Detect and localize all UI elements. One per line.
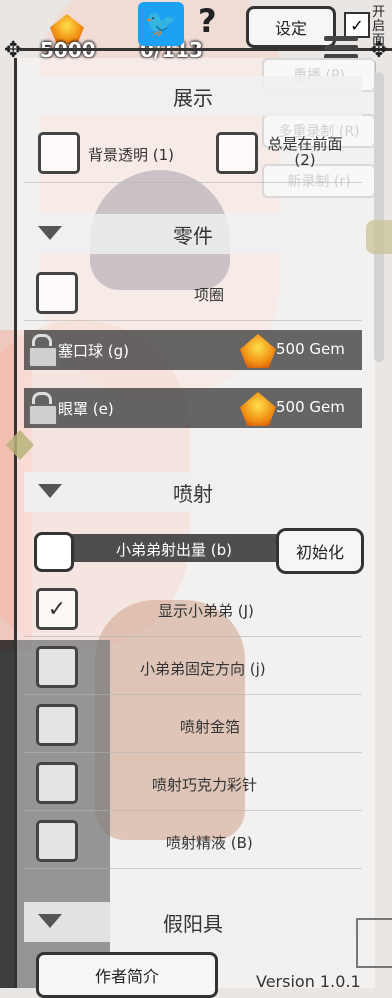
semen-checkbox[interactable]: [36, 820, 78, 862]
gold-foil-row: 喷射金箔: [24, 696, 362, 753]
gem-icon: [240, 334, 276, 368]
display-row: 背景透明 (1) 总是在前面 (2): [24, 124, 362, 183]
twitter-icon: 🐦: [144, 9, 178, 39]
author-button[interactable]: 作者简介: [36, 952, 218, 998]
collapse-triangle-icon: [38, 484, 62, 498]
semen-row: 喷射精液 (B): [24, 812, 362, 869]
scrollbar[interactable]: [374, 72, 384, 362]
section-display-header[interactable]: 展示: [24, 76, 362, 116]
section-title: 喷射: [173, 481, 213, 506]
settings-button[interactable]: 设定: [246, 6, 336, 48]
version-label: Version 1.0.1: [256, 972, 361, 991]
choco-checkbox[interactable]: [36, 762, 78, 804]
collar-label: 项圈: [194, 286, 225, 304]
gem-icon: [240, 392, 276, 426]
help-button[interactable]: ?: [198, 2, 217, 40]
slider-knob[interactable]: [34, 532, 74, 572]
show-label: 显示小弟弟 (J): [158, 602, 254, 620]
blindfold-label: 眼罩 (e): [58, 400, 114, 418]
side-tab-right[interactable]: [366, 220, 392, 254]
collapse-triangle-icon: [38, 226, 62, 240]
gag-price: 500 Gem: [276, 340, 345, 358]
spray-amount-label: 小弟弟射出量 (b): [116, 541, 232, 559]
gag-locked-item[interactable]: 塞口球 (g) 500 Gem: [24, 330, 362, 370]
fix-direction-label: 小弟弟固定方向 (j): [140, 660, 266, 678]
blindfold-price: 500 Gem: [276, 398, 345, 416]
always-front-checkbox[interactable]: [216, 132, 258, 174]
show-row: ✓ 显示小弟弟 (J): [24, 580, 362, 637]
gold-foil-checkbox[interactable]: [36, 704, 78, 746]
bg-transparent-label: 背景透明 (1): [88, 146, 175, 164]
reset-button[interactable]: 初始化: [276, 528, 364, 574]
collapse-triangle-icon: [38, 914, 62, 928]
choco-label: 喷射巧克力彩针: [152, 776, 258, 794]
lock-icon: [26, 392, 58, 426]
lock-icon: [26, 334, 58, 368]
section-title: 假阳具: [163, 911, 223, 936]
collar-row: 项圈: [24, 264, 362, 321]
section-parts-header[interactable]: 零件: [24, 214, 362, 254]
section-title: 展示: [173, 85, 213, 110]
twitter-button[interactable]: 🐦: [138, 2, 184, 46]
section-spray-header[interactable]: 喷射: [24, 472, 362, 512]
blindfold-locked-item[interactable]: 眼罩 (e) 500 Gem: [24, 388, 362, 428]
fix-direction-row: 小弟弟固定方向 (j): [24, 638, 362, 695]
section-title: 零件: [173, 223, 213, 248]
gag-label: 塞口球 (g): [58, 342, 129, 360]
choco-row: 喷射巧克力彩针: [24, 754, 362, 811]
scrollbar-thumb[interactable]: [374, 72, 384, 362]
show-checkbox[interactable]: ✓: [36, 588, 78, 630]
studio-logo-icon: [356, 918, 392, 968]
semen-label: 喷射精液 (B): [166, 834, 253, 852]
gold-foil-label: 喷射金箔: [180, 718, 241, 736]
bg-transparent-checkbox[interactable]: [38, 132, 80, 174]
top-bar: ✥ 5000 0/113 🐦 ? 设定 ✓ 开启面 ✥: [0, 0, 392, 66]
collar-checkbox[interactable]: [36, 272, 78, 314]
fix-direction-checkbox[interactable]: [36, 646, 78, 688]
always-front-label: 总是在前面 (2): [267, 135, 343, 169]
section-dildo-header[interactable]: 假阳具: [24, 902, 362, 942]
